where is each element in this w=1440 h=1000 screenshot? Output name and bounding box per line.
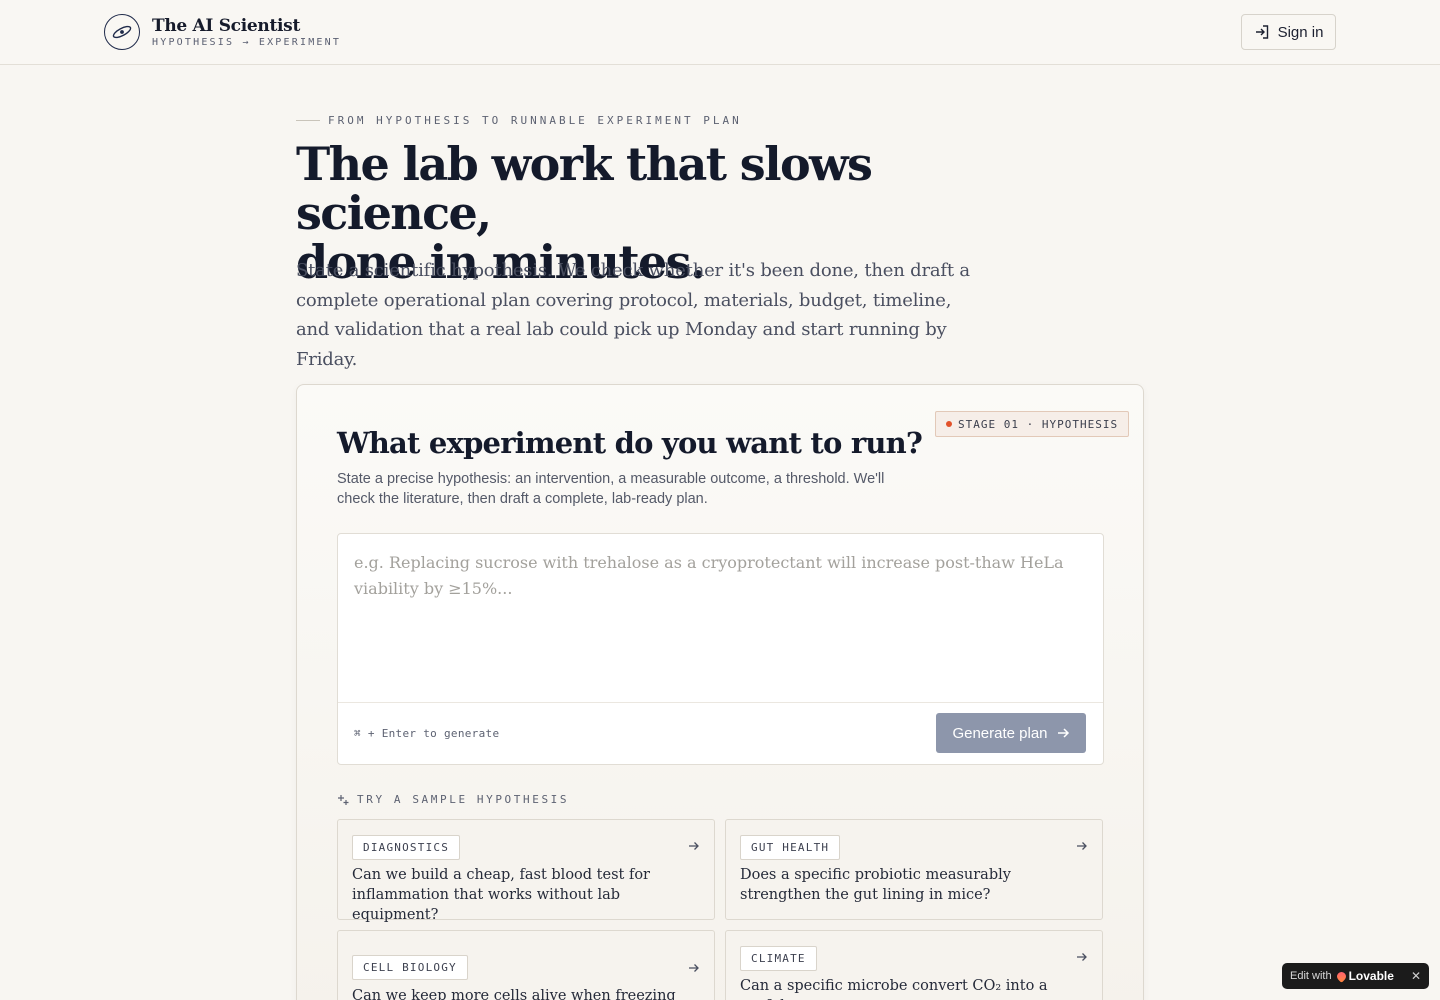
hero-eyebrow: FROM HYPOTHESIS TO RUNNABLE EXPERIMENT P… <box>296 114 742 127</box>
app-title: The AI Scientist <box>152 15 301 36</box>
arrow-right-icon <box>1077 953 1087 961</box>
sample-tag: DIAGNOSTICS <box>352 835 461 860</box>
brand[interactable]: The AI Scientist HYPOTHESIS → EXPERIMENT <box>104 14 341 50</box>
sample-tag: CLIMATE <box>740 946 817 971</box>
samples-heading-label: TRY A SAMPLE HYPOTHESIS <box>357 793 570 806</box>
eyebrow-divider <box>296 120 320 121</box>
card-description: State a precise hypothesis: an intervent… <box>337 471 885 507</box>
arrow-right-icon <box>1077 842 1087 850</box>
lovable-badge[interactable]: Edit with Lovable ✕ <box>1282 963 1429 989</box>
sample-text: Can we build a cheap, fast blood test fo… <box>352 867 650 923</box>
sample-text: Can a specific microbe convert CO₂ into … <box>740 978 1048 1000</box>
eyebrow-text: FROM HYPOTHESIS TO RUNNABLE EXPERIMENT P… <box>328 114 742 127</box>
sample-tag: CELL BIOLOGY <box>352 955 468 980</box>
sample-card-climate[interactable]: CLIMATE Can a specific microbe convert C… <box>725 930 1103 1000</box>
lovable-brand-label: Lovable <box>1348 969 1394 983</box>
card-title: What experiment do you want to run? <box>337 426 923 460</box>
sign-in-icon <box>1255 25 1268 39</box>
sample-card-diagnostics[interactable]: DIAGNOSTICS Can we build a cheap, fast b… <box>337 819 715 923</box>
hero-title-line1: The lab work that slows science, <box>296 137 873 240</box>
arrow-right-icon <box>689 842 699 850</box>
shortcut-hint: ⌘ + Enter to generate <box>354 727 500 740</box>
arrow-right-icon <box>689 964 699 972</box>
hypothesis-input[interactable] <box>338 534 1103 702</box>
stage-badge: STAGE 01 · HYPOTHESIS <box>935 411 1130 437</box>
top-navbar: The AI Scientist HYPOTHESIS → EXPERIMENT… <box>0 0 1440 65</box>
sign-in-label: Sign in <box>1277 23 1324 41</box>
lovable-prefix: Edit with <box>1290 970 1332 982</box>
lovable-brand: Lovable <box>1334 969 1394 983</box>
sample-card-gut-health[interactable]: GUT HEALTH Does a specific probiotic mea… <box>725 819 1103 920</box>
sample-tag: GUT HEALTH <box>740 835 841 860</box>
stage-badge-label: STAGE 01 · HYPOTHESIS <box>958 417 1119 431</box>
hypothesis-card: STAGE 01 · HYPOTHESIS What experiment do… <box>296 384 1144 1000</box>
app-subtitle: HYPOTHESIS → EXPERIMENT <box>152 36 342 48</box>
status-dot-icon <box>946 421 952 427</box>
sparkles-icon <box>338 794 349 805</box>
hypothesis-input-box: ⌘ + Enter to generate Generate plan <box>337 533 1104 765</box>
generate-plan-button[interactable]: Generate plan <box>936 713 1086 753</box>
hero-subtitle: State a scientific hypothesis. We check … <box>296 260 970 370</box>
sample-card-cell-biology[interactable]: CELL BIOLOGY Can we keep more cells aliv… <box>337 930 715 1000</box>
lovable-heart-icon <box>1334 969 1348 983</box>
samples-heading: TRY A SAMPLE HYPOTHESIS <box>337 793 569 806</box>
logo-icon <box>104 14 140 50</box>
sign-in-button[interactable]: Sign in <box>1241 14 1336 50</box>
arrow-right-icon <box>1057 728 1069 738</box>
sample-text: Does a specific probiotic measurably str… <box>740 867 1011 903</box>
sample-text: Can we keep more cells alive when freezi… <box>352 988 676 1000</box>
input-footer: ⌘ + Enter to generate Generate plan <box>338 702 1103 764</box>
generate-plan-label: Generate plan <box>952 724 1048 742</box>
close-icon[interactable]: ✕ <box>1411 969 1421 983</box>
